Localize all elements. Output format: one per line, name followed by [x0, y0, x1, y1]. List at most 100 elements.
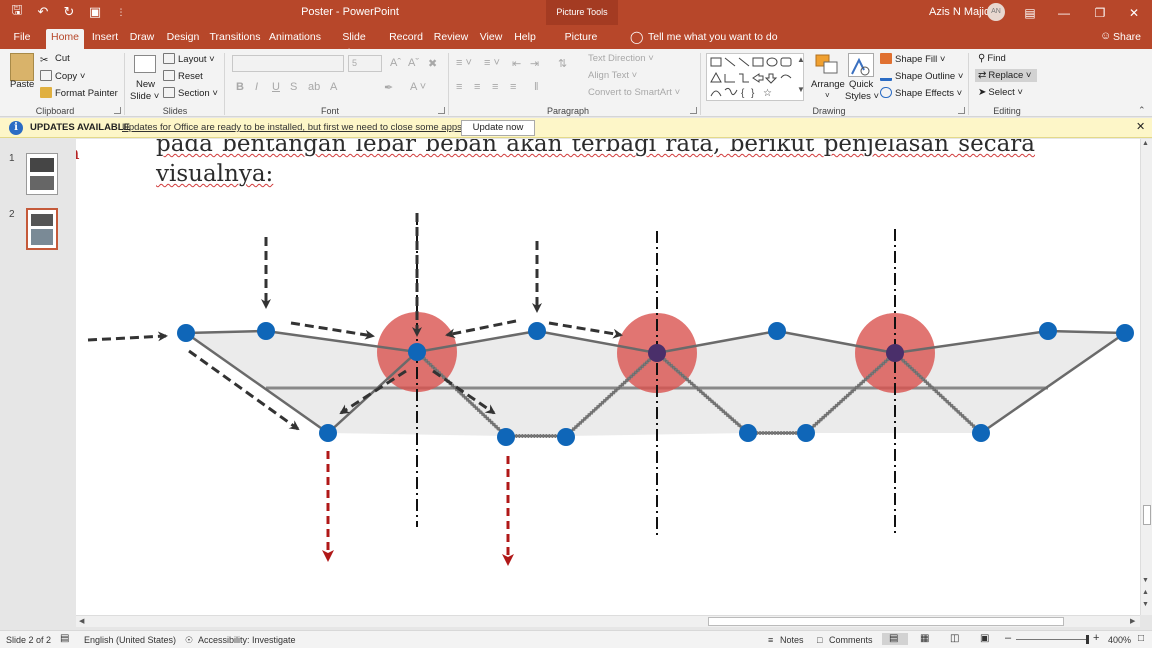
numbering-icon[interactable]: ≡ ˅: [484, 57, 500, 69]
align-center-icon[interactable]: ≡: [474, 81, 480, 93]
new-slide-label-2[interactable]: Slide ˅: [130, 91, 159, 102]
tab-picture-format[interactable]: Picture Format: [548, 29, 614, 59]
arrange-button[interactable]: Arrange: [811, 79, 845, 90]
reset-button[interactable]: Reset: [163, 70, 203, 82]
scroll-down-icon[interactable]: ▼: [1142, 577, 1149, 584]
comments-button[interactable]: Comments: [829, 635, 873, 645]
tab-record[interactable]: Record: [388, 29, 424, 49]
increase-indent-icon[interactable]: ⇥: [530, 57, 539, 70]
convert-smartart-button[interactable]: Convert to SmartArt ˅: [588, 87, 680, 98]
new-slide-icon[interactable]: [134, 55, 156, 73]
avatar[interactable]: AN: [987, 3, 1005, 21]
bold-icon[interactable]: B: [236, 81, 244, 93]
tell-me-search[interactable]: Tell me what you want to do: [648, 31, 778, 43]
zoom-level[interactable]: 400%: [1108, 635, 1131, 645]
shape-fill-button[interactable]: Shape Fill ˅: [880, 53, 945, 65]
text-direction-button[interactable]: Text Direction ˅: [588, 53, 654, 64]
slide-thumbnail-2[interactable]: [26, 208, 58, 250]
text-color-icon[interactable]: A ˅: [410, 81, 426, 93]
underline-icon[interactable]: U: [272, 81, 280, 93]
user-name[interactable]: Azis N Majid: [929, 6, 990, 18]
zoom-slider-track[interactable]: [1016, 639, 1088, 640]
accessibility-icon[interactable]: ☉: [185, 635, 193, 646]
font-color-icon[interactable]: A: [330, 81, 337, 93]
gallery-scroll-up-icon[interactable]: ▲: [797, 55, 805, 64]
tab-design[interactable]: Design: [164, 29, 202, 49]
horizontal-scrollbar[interactable]: ◀ ▶: [76, 615, 1140, 627]
bullets-icon[interactable]: ≡ ˅: [456, 57, 472, 69]
comments-icon[interactable]: □: [817, 635, 822, 645]
decrease-font-icon[interactable]: Aˇ: [408, 57, 419, 69]
justify-icon[interactable]: ≡: [510, 81, 516, 93]
update-message[interactable]: Updates for Office are ready to be insta…: [122, 122, 465, 133]
zoom-slider-thumb[interactable]: [1086, 635, 1089, 644]
collapse-ribbon-icon[interactable]: ⌃: [1138, 105, 1146, 116]
slide-sorter-icon[interactable]: ▦: [920, 633, 929, 644]
decrease-indent-icon[interactable]: ⇤: [512, 57, 521, 70]
align-text-button[interactable]: Align Text ˅: [588, 70, 637, 81]
drawing-launcher-icon[interactable]: [958, 107, 965, 114]
slide-thumbnail-1[interactable]: [26, 153, 58, 195]
tab-review[interactable]: Review: [432, 29, 470, 49]
paste-icon[interactable]: [10, 53, 34, 81]
shapes-gallery[interactable]: {} ☆: [706, 53, 804, 101]
close-notification-icon[interactable]: ✕: [1136, 120, 1145, 133]
paste-button[interactable]: Paste: [10, 79, 34, 90]
layout-button[interactable]: Layout ˅: [163, 53, 215, 65]
scroll-right-icon[interactable]: ▶: [1130, 617, 1135, 625]
font-size-input[interactable]: 5: [348, 55, 382, 72]
new-slide-label-1[interactable]: New: [136, 79, 155, 90]
line-spacing-icon[interactable]: ⇅: [558, 57, 567, 70]
slideshow-view-icon[interactable]: ▣: [980, 633, 989, 644]
restore-icon[interactable]: ❐: [1082, 0, 1118, 25]
quick-styles-label-1[interactable]: Quick: [849, 79, 873, 90]
scroll-up-icon[interactable]: ▲: [1142, 140, 1149, 147]
language-indicator[interactable]: English (United States): [84, 635, 176, 645]
char-spacing-icon[interactable]: ab: [308, 81, 320, 93]
paragraph-launcher-icon[interactable]: [690, 107, 697, 114]
shape-outline-button[interactable]: Shape Outline ˅: [880, 70, 963, 82]
cut-button[interactable]: ✂ Cut: [40, 53, 70, 66]
format-painter-button[interactable]: Format Painter: [40, 87, 118, 99]
tab-view[interactable]: View: [478, 29, 504, 49]
quick-styles-label-2[interactable]: Styles ˅: [845, 91, 879, 102]
reading-view-icon[interactable]: ◫: [950, 633, 959, 644]
next-slide-icon[interactable]: ▼: [1142, 601, 1149, 608]
previous-slide-icon[interactable]: ▲: [1142, 589, 1149, 596]
minimize-icon[interactable]: —: [1046, 0, 1082, 25]
shape-effects-button[interactable]: Shape Effects ˅: [880, 87, 962, 99]
align-right-icon[interactable]: ≡: [492, 81, 498, 93]
highlight-icon[interactable]: ✒: [384, 81, 393, 94]
align-left-icon[interactable]: ≡: [456, 81, 462, 93]
font-name-input[interactable]: [232, 55, 344, 72]
tab-home[interactable]: Home: [46, 29, 84, 49]
share-icon[interactable]: ☺: [1100, 30, 1111, 42]
columns-icon[interactable]: ‖: [534, 81, 539, 93]
select-button[interactable]: ➤ Select ˅: [978, 87, 1023, 98]
share-button[interactable]: Share: [1113, 31, 1141, 43]
tab-draw[interactable]: Draw: [128, 29, 156, 49]
scroll-left-icon[interactable]: ◀: [79, 617, 84, 625]
clear-format-icon[interactable]: ✖: [428, 57, 437, 70]
increase-font-icon[interactable]: Aˆ: [390, 57, 401, 69]
italic-icon[interactable]: I: [255, 81, 258, 93]
find-button[interactable]: ⚲ Find: [978, 53, 1006, 64]
ribbon-display-icon[interactable]: ▤: [1012, 0, 1048, 25]
strikethrough-icon[interactable]: S: [290, 81, 297, 93]
close-icon[interactable]: ✕: [1116, 0, 1152, 25]
clipboard-launcher-icon[interactable]: [114, 107, 121, 114]
accessibility-status[interactable]: Accessibility: Investigate: [198, 635, 296, 645]
tab-animations[interactable]: Animations: [268, 29, 322, 49]
tab-slide-show[interactable]: Slide Show: [329, 29, 379, 59]
load-distribution-diagram[interactable]: [76, 139, 1140, 615]
arrange-icon[interactable]: [814, 53, 840, 77]
zoom-in-icon[interactable]: +: [1093, 632, 1099, 644]
section-button[interactable]: Section ˅: [163, 87, 218, 99]
arrange-dropdown-icon[interactable]: ˅: [825, 91, 830, 100]
replace-button[interactable]: ⇄ Replace ˅: [975, 69, 1037, 82]
gallery-more-icon[interactable]: ▼: [797, 85, 805, 94]
tab-file[interactable]: File: [8, 29, 36, 49]
notes-button[interactable]: Notes: [780, 635, 804, 645]
vertical-scroll-thumb[interactable]: [1143, 505, 1151, 525]
font-launcher-icon[interactable]: [438, 107, 445, 114]
